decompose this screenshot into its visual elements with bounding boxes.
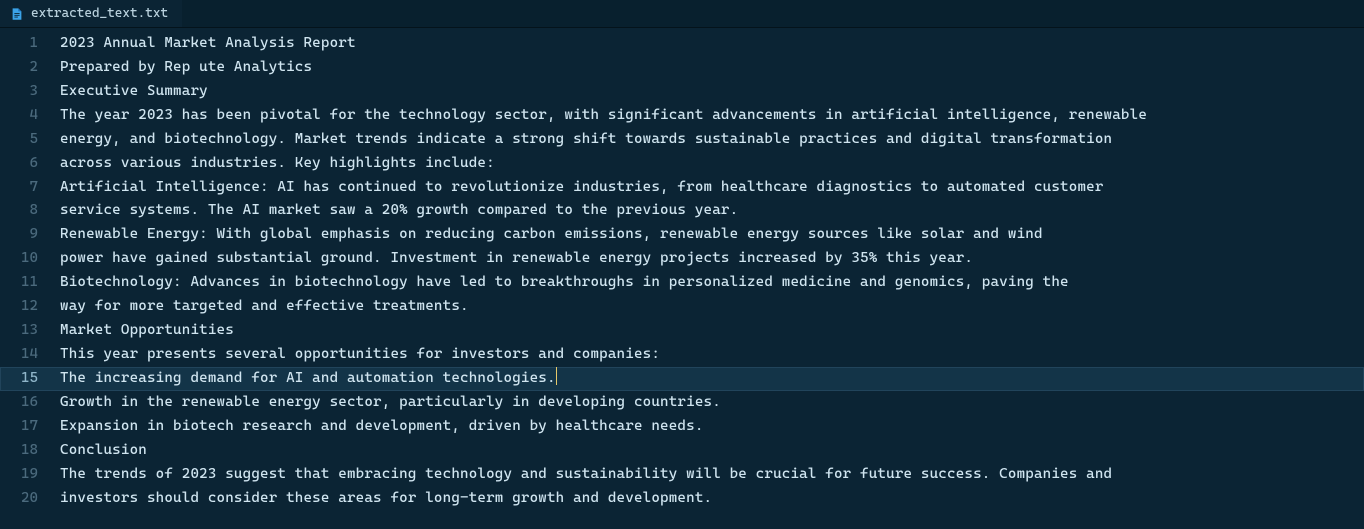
line-text[interactable]: Executive Summary — [60, 80, 208, 104]
editor-line[interactable]: 20investors should consider these areas … — [0, 487, 1364, 511]
line-number: 20 — [0, 487, 60, 511]
line-number: 15 — [0, 367, 60, 391]
editor-line[interactable]: 16Growth in the renewable energy sector,… — [0, 391, 1364, 415]
line-number: 13 — [0, 319, 60, 343]
line-text[interactable]: The increasing demand for AI and automat… — [60, 367, 557, 391]
line-text[interactable]: 2023 Annual Market Analysis Report — [60, 32, 356, 56]
editor-line[interactable]: 17Expansion in biotech research and deve… — [0, 415, 1364, 439]
line-number: 16 — [0, 391, 60, 415]
line-number: 4 — [0, 104, 60, 128]
line-number: 18 — [0, 439, 60, 463]
line-number: 14 — [0, 343, 60, 367]
tab-bar: extracted_text.txt — [0, 0, 1364, 28]
line-number: 12 — [0, 295, 60, 319]
line-text[interactable]: power have gained substantial ground. In… — [60, 247, 973, 271]
editor-area[interactable]: 12023 Annual Market Analysis Report2Prep… — [0, 28, 1364, 510]
editor-line[interactable]: 10power have gained substantial ground. … — [0, 247, 1364, 271]
editor-line[interactable]: 12way for more targeted and effective tr… — [0, 295, 1364, 319]
editor-line[interactable]: 12023 Annual Market Analysis Report — [0, 32, 1364, 56]
line-number: 9 — [0, 223, 60, 247]
line-text[interactable]: Market Opportunities — [60, 319, 234, 343]
editor-line[interactable]: 11Biotechnology: Advances in biotechnolo… — [0, 271, 1364, 295]
editor-line[interactable]: 19The trends of 2023 suggest that embrac… — [0, 463, 1364, 487]
line-number: 8 — [0, 199, 60, 223]
editor-line[interactable]: 13Market Opportunities — [0, 319, 1364, 343]
editor-line[interactable]: 8service systems. The AI market saw a 20… — [0, 199, 1364, 223]
line-text[interactable]: Artificial Intelligence: AI has continue… — [60, 176, 1104, 200]
editor-line[interactable]: 14This year presents several opportuniti… — [0, 343, 1364, 367]
text-cursor — [556, 367, 558, 385]
line-number: 10 — [0, 247, 60, 271]
line-text[interactable]: across various industries. Key highlight… — [60, 152, 495, 176]
line-number: 17 — [0, 415, 60, 439]
line-text[interactable]: Growth in the renewable energy sector, p… — [60, 391, 721, 415]
line-text[interactable]: The year 2023 has been pivotal for the t… — [60, 104, 1147, 128]
editor-line[interactable]: 2Prepared by Rep ute Analytics — [0, 56, 1364, 80]
line-number: 7 — [0, 176, 60, 200]
line-number: 11 — [0, 271, 60, 295]
editor-line[interactable]: 18Conclusion — [0, 439, 1364, 463]
line-number: 1 — [0, 32, 60, 56]
editor-line[interactable]: 9Renewable Energy: With global emphasis … — [0, 223, 1364, 247]
line-text[interactable]: Expansion in biotech research and develo… — [60, 415, 704, 439]
editor-line[interactable]: 6across various industries. Key highligh… — [0, 152, 1364, 176]
line-text[interactable]: This year presents several opportunities… — [60, 343, 660, 367]
line-number: 6 — [0, 152, 60, 176]
line-text[interactable]: energy, and biotechnology. Market trends… — [60, 128, 1112, 152]
editor-line[interactable]: 7Artificial Intelligence: AI has continu… — [0, 176, 1364, 200]
line-number: 5 — [0, 128, 60, 152]
line-text[interactable]: Renewable Energy: With global emphasis o… — [60, 223, 1043, 247]
line-number: 3 — [0, 80, 60, 104]
line-text[interactable]: Conclusion — [60, 439, 147, 463]
line-text[interactable]: service systems. The AI market saw a 20%… — [60, 199, 738, 223]
file-icon — [10, 7, 24, 21]
editor-line[interactable]: 15The increasing demand for AI and autom… — [0, 367, 1364, 391]
tab-active[interactable]: extracted_text.txt — [0, 0, 182, 27]
editor-line[interactable]: 5energy, and biotechnology. Market trend… — [0, 128, 1364, 152]
line-text[interactable]: The trends of 2023 suggest that embracin… — [60, 463, 1112, 487]
line-text[interactable]: investors should consider these areas fo… — [60, 487, 712, 511]
editor-line[interactable]: 3Executive Summary — [0, 80, 1364, 104]
line-number: 19 — [0, 463, 60, 487]
line-number: 2 — [0, 56, 60, 80]
line-text[interactable]: Prepared by Rep ute Analytics — [60, 56, 312, 80]
line-text[interactable]: Biotechnology: Advances in biotechnology… — [60, 271, 1069, 295]
line-text[interactable]: way for more targeted and effective trea… — [60, 295, 469, 319]
editor-line[interactable]: 4The year 2023 has been pivotal for the … — [0, 104, 1364, 128]
tab-filename: extracted_text.txt — [31, 3, 168, 24]
